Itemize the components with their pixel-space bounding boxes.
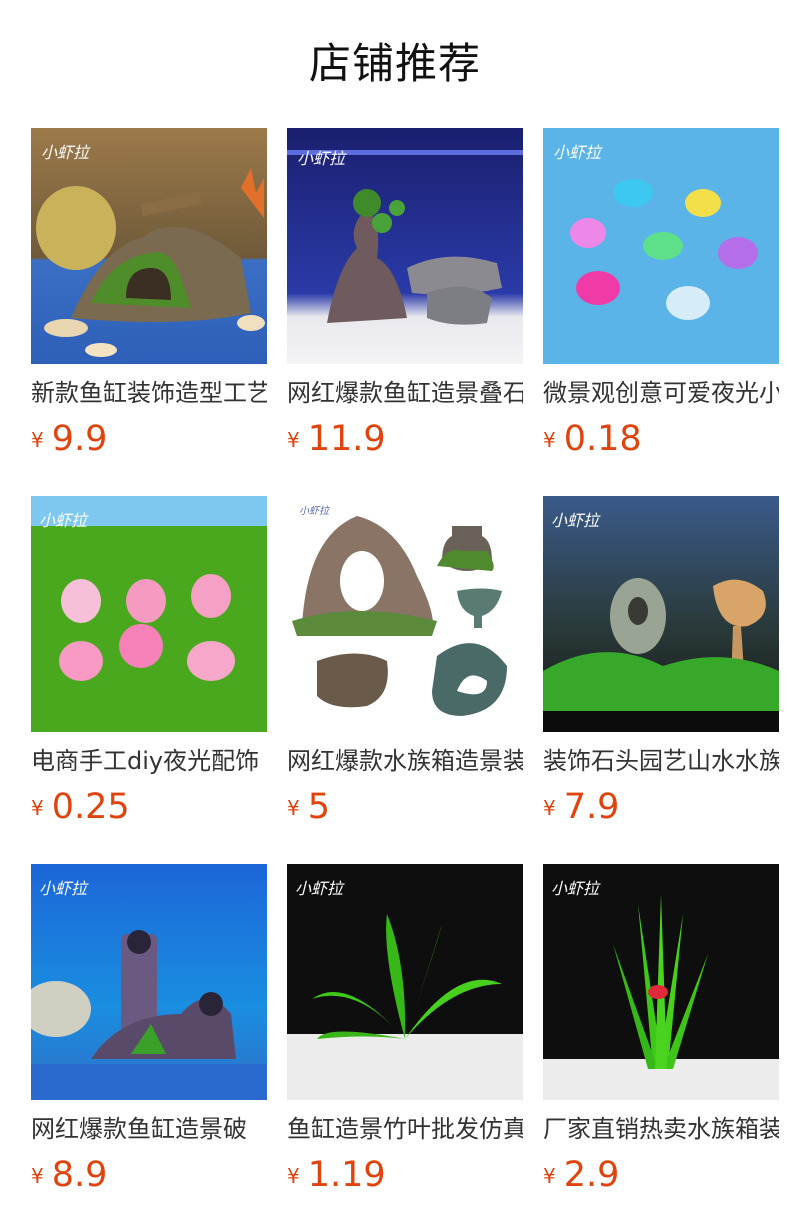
product-price: ¥0.18: [543, 416, 642, 462]
product-image-glow-pigs[interactable]: 小虾拉: [31, 496, 267, 732]
product-image-stone-garden[interactable]: 小虾拉: [543, 496, 779, 732]
product-image-glow-dolphins[interactable]: 小虾拉: [543, 128, 779, 364]
brand-logo: 小虾拉: [39, 511, 89, 530]
price-amount: 0.25: [51, 787, 130, 827]
svg-text:小虾拉: 小虾拉: [551, 879, 601, 898]
product-price: ¥8.9: [31, 1152, 107, 1198]
product-name[interactable]: 电商手工diy夜光配饰: [31, 744, 267, 778]
svg-text:小虾拉: 小虾拉: [39, 511, 89, 530]
product-image-fern-plant[interactable]: 小虾拉: [287, 864, 523, 1100]
currency-symbol: ¥: [31, 428, 44, 452]
svg-text:小虾拉: 小虾拉: [551, 511, 601, 530]
brand-logo: 小虾拉: [551, 511, 601, 530]
product-image-grass-plant[interactable]: 小虾拉: [543, 864, 779, 1100]
price-amount: 9.9: [51, 419, 108, 459]
product-price: ¥2.9: [543, 1152, 619, 1198]
currency-symbol: ¥: [287, 796, 300, 820]
price-amount: 11.9: [307, 419, 386, 459]
svg-text:小虾拉: 小虾拉: [39, 879, 89, 898]
product-image-ruin-bridge[interactable]: 小虾拉: [31, 128, 267, 364]
brand-logo: 小虾拉: [553, 143, 603, 162]
product-price: ¥9.9: [31, 416, 107, 462]
price-amount: 0.18: [563, 419, 642, 459]
product-image-driftwood-tree[interactable]: 小虾拉: [287, 128, 523, 364]
svg-text:小虾拉: 小虾拉: [41, 143, 91, 162]
svg-text:小虾拉: 小虾拉: [299, 505, 331, 517]
currency-symbol: ¥: [31, 796, 44, 820]
product-price: ¥11.9: [287, 416, 386, 462]
price-amount: 7.9: [563, 787, 620, 827]
product-name[interactable]: 装饰石头园艺山水水族: [543, 744, 779, 778]
currency-symbol: ¥: [287, 428, 300, 452]
product-name[interactable]: 网红爆款水族箱造景装: [287, 744, 523, 778]
brand-logo: 小虾拉: [551, 879, 601, 898]
svg-text:小虾拉: 小虾拉: [295, 879, 345, 898]
brand-logo: 小虾拉: [41, 143, 91, 162]
brand-logo: 小虾拉: [299, 505, 331, 517]
product-image-vase-ruins[interactable]: 小虾拉: [287, 496, 523, 732]
svg-text:小虾拉: 小虾拉: [297, 149, 347, 168]
product-price: ¥7.9: [543, 784, 619, 830]
currency-symbol: ¥: [543, 1164, 556, 1188]
product-price: ¥0.25: [31, 784, 130, 830]
brand-logo: 小虾拉: [295, 879, 345, 898]
product-name[interactable]: 鱼缸造景竹叶批发仿真: [287, 1112, 523, 1146]
product-name[interactable]: 微景观创意可爱夜光小: [543, 376, 779, 410]
product-name[interactable]: 网红爆款鱼缸造景破: [31, 1112, 267, 1146]
svg-text:小虾拉: 小虾拉: [553, 143, 603, 162]
currency-symbol: ¥: [31, 1164, 44, 1188]
product-price: ¥1.19: [287, 1152, 386, 1198]
price-amount: 5: [307, 787, 331, 827]
brand-logo: 小虾拉: [297, 149, 347, 168]
product-image-broken-pipe[interactable]: 小虾拉: [31, 864, 267, 1100]
price-amount: 8.9: [51, 1155, 108, 1195]
price-amount: 1.19: [307, 1155, 386, 1195]
price-amount: 2.9: [563, 1155, 620, 1195]
brand-logo: 小虾拉: [39, 879, 89, 898]
page-title: 店铺推荐: [308, 39, 481, 88]
product-name[interactable]: 新款鱼缸装饰造型工艺: [31, 376, 267, 410]
product-name[interactable]: 厂家直销热卖水族箱装: [543, 1112, 779, 1146]
currency-symbol: ¥: [543, 428, 556, 452]
product-price: ¥5: [287, 784, 330, 830]
currency-symbol: ¥: [287, 1164, 300, 1188]
currency-symbol: ¥: [543, 796, 556, 820]
product-name[interactable]: 网红爆款鱼缸造景叠石: [287, 376, 523, 410]
